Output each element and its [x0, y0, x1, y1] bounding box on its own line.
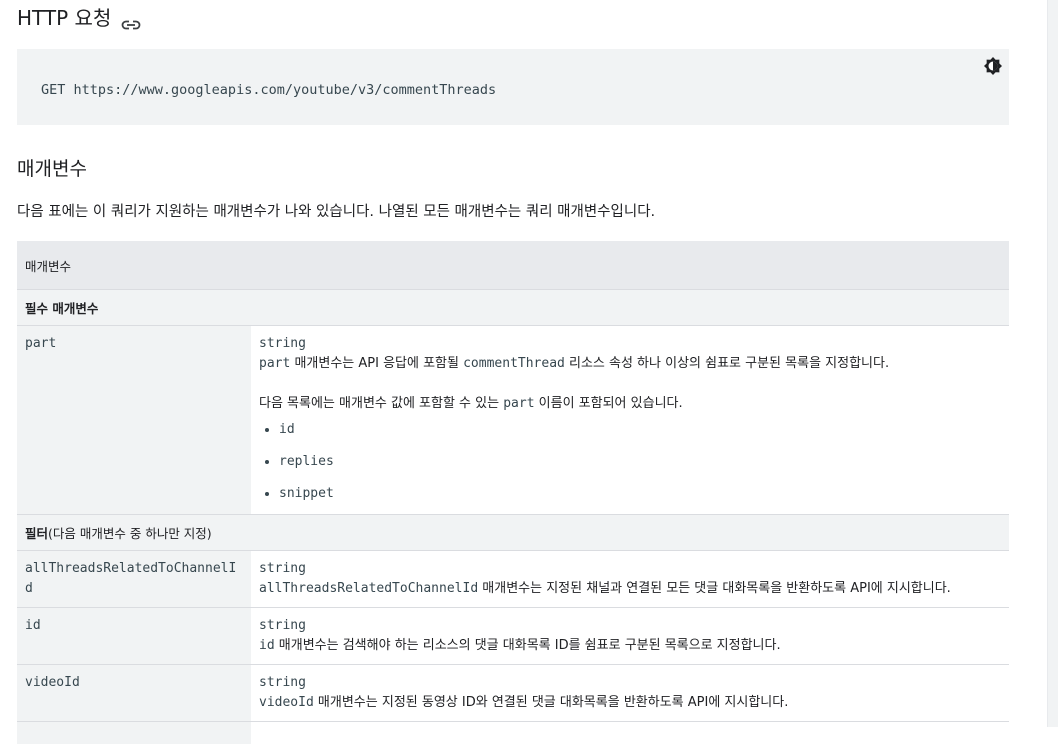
description-text: 리소스 속성 하나 이상의 쉼표로 구분된 목록을 지정합니다. — [565, 356, 889, 371]
param-description: allThreadsRelatedToChannelId 매개변수는 지정된 채… — [259, 579, 1001, 599]
description-text: 이름이 포함되어 있습니다. — [535, 396, 683, 411]
filter-section-label: 필터 — [25, 526, 48, 541]
required-section-label: 필수 매개변수 — [25, 301, 98, 316]
table-row: videoId string videoId 매개변수는 지정된 동영상 ID와… — [17, 665, 1009, 722]
http-request-url: GET https://www.googleapis.com/youtube/v… — [41, 82, 496, 98]
param-type: string — [259, 673, 1001, 693]
param-description: id 매개변수는 검색해야 하는 리소스의 댓글 대화목록 ID를 쉼표로 구분… — [259, 636, 1001, 656]
param-type: string — [259, 616, 1001, 636]
table-row-partial — [17, 722, 1009, 744]
link-icon[interactable] — [120, 13, 142, 27]
filter-section-note: (다음 매개변수 중 하나만 지정) — [48, 526, 212, 541]
part-values-list: id replies snippet — [259, 422, 1001, 506]
list-item: id — [279, 422, 1001, 454]
table-row: part string part 매개변수는 API 응답에 포함될 comme… — [17, 326, 1009, 515]
description-text: 매개변수는 API 응답에 포함될 — [290, 356, 463, 371]
table-header: 매개변수 — [17, 241, 1009, 290]
http-request-heading: HTTP 요청 — [17, 6, 142, 30]
parameters-intro: 다음 표에는 이 쿼리가 지원하는 매개변수가 나와 있습니다. 나열된 모든 … — [17, 202, 655, 222]
param-description: part 매개변수는 API 응답에 포함될 commentThread 리소스… — [259, 354, 1001, 374]
param-description: videoId 매개변수는 지정된 동영상 ID와 연결된 댓글 대화목록을 반… — [259, 693, 1001, 713]
param-desc-channel: string allThreadsRelatedToChannelId 매개변수… — [251, 551, 1009, 608]
param-type: string — [259, 559, 1001, 579]
table-row: allThreadsRelatedToChannelId string allT… — [17, 551, 1009, 608]
inline-code: part — [503, 396, 534, 411]
param-desc-videoid: string videoId 매개변수는 지정된 동영상 ID와 연결된 댓글 … — [251, 665, 1009, 722]
description-text: 다음 목록에는 매개변수 값에 포함할 수 있는 — [259, 396, 503, 411]
list-item: replies — [279, 454, 1001, 486]
param-name-channel: allThreadsRelatedToChannelId — [17, 551, 251, 608]
http-request-title: HTTP 요청 — [17, 6, 111, 30]
part-values-intro: 다음 목록에는 매개변수 값에 포함할 수 있는 part 이름이 포함되어 있… — [259, 394, 1001, 414]
param-desc-id: string id 매개변수는 검색해야 하는 리소스의 댓글 대화목록 ID를… — [251, 608, 1009, 665]
brightness-icon[interactable] — [983, 56, 1003, 76]
inline-code: id — [259, 638, 275, 653]
param-name-part: part — [17, 326, 251, 515]
scrollbar[interactable] — [1047, 0, 1058, 727]
description-text: 매개변수는 지정된 동영상 ID와 연결된 댓글 대화목록을 반환하도록 API… — [314, 695, 789, 710]
inline-code: allThreadsRelatedToChannelId — [259, 581, 478, 596]
param-name-id: id — [17, 608, 251, 665]
description-text: 매개변수는 지정된 채널과 연결된 모든 댓글 대화목록을 반환하도록 API에… — [478, 581, 951, 596]
inline-code: commentThread — [463, 356, 565, 371]
param-desc-part: string part 매개변수는 API 응답에 포함될 commentThr… — [251, 326, 1009, 515]
required-section-row: 필수 매개변수 — [17, 290, 1009, 326]
inline-code: videoId — [259, 695, 314, 710]
param-type: string — [259, 334, 1001, 354]
filter-section-row: 필터(다음 매개변수 중 하나만 지정) — [17, 515, 1009, 551]
description-text: 매개변수는 검색해야 하는 리소스의 댓글 대화목록 ID를 쉼표로 구분된 목… — [275, 638, 781, 653]
http-request-code-block: GET https://www.googleapis.com/youtube/v… — [17, 49, 1009, 125]
parameters-heading: 매개변수 — [17, 157, 87, 181]
table-row: id string id 매개변수는 검색해야 하는 리소스의 댓글 대화목록 … — [17, 608, 1009, 665]
param-name-videoid: videoId — [17, 665, 251, 722]
list-item: snippet — [279, 486, 1001, 506]
parameters-table: 매개변수 필수 매개변수 part string part 매개변수는 API … — [17, 241, 1009, 744]
inline-code: part — [259, 356, 290, 371]
